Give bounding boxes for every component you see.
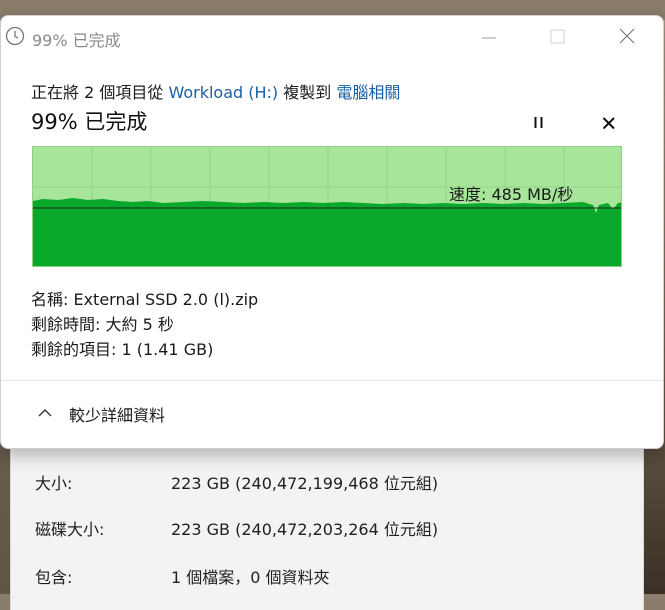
close-icon [602, 117, 615, 130]
file-name: 名稱: External SSD 2.0 (l).zip [31, 290, 259, 309]
chevron-up-icon [38, 409, 52, 417]
pause-icon [534, 117, 543, 128]
speed-label: 速度: 485 MB/秒 [449, 185, 574, 204]
window-title: 99% 已完成 [32, 31, 121, 50]
copy-middle: 複製到 [283, 83, 332, 102]
speed-graph-svg [33, 147, 621, 266]
divider [1, 380, 663, 381]
disk-size-value: 223 GB (240,472,203,264 位元組) [171, 520, 439, 539]
size-label: 大小: [35, 474, 73, 493]
copy-prefix: 正在將 2 個項目從 [31, 83, 164, 102]
destination-link[interactable]: 電腦相關 [336, 83, 400, 102]
transfer-speed-graph [32, 146, 622, 267]
copy-description: 正在將 2 個項目從 Workload (H:) 複製到 電腦相關 [31, 79, 400, 103]
cancel-copy-button[interactable] [599, 113, 619, 133]
pause-button[interactable] [529, 113, 549, 133]
minimize-button[interactable] [476, 24, 504, 50]
maximize-button[interactable] [544, 24, 572, 50]
size-value: 223 GB (240,472,199,468 位元組) [171, 474, 439, 493]
clock-icon [5, 26, 25, 46]
copy-progress-dialog: 99% 已完成 正在將 2 個項目從 Workload (H:) 複製到 電腦相… [0, 15, 664, 449]
close-button[interactable] [613, 24, 641, 50]
disk-size-label: 磁碟大小: [35, 520, 105, 539]
title-bar[interactable]: 99% 已完成 [1, 16, 663, 60]
time-remaining: 剩餘時間: 大約 5 秒 [31, 315, 174, 334]
source-link[interactable]: Workload (H:) [168, 83, 278, 102]
contains-value: 1 個檔案，0 個資料夾 [171, 568, 330, 587]
properties-window: 大小: 223 GB (240,472,199,468 位元組) 磁碟大小: 2… [10, 440, 644, 610]
progress-title: 99% 已完成 [31, 110, 148, 134]
items-remaining: 剩餘的項目: 1 (1.41 GB) [31, 340, 214, 359]
contains-label: 包含: [35, 568, 73, 587]
fewer-details-label: 較少詳細資料 [69, 406, 166, 425]
